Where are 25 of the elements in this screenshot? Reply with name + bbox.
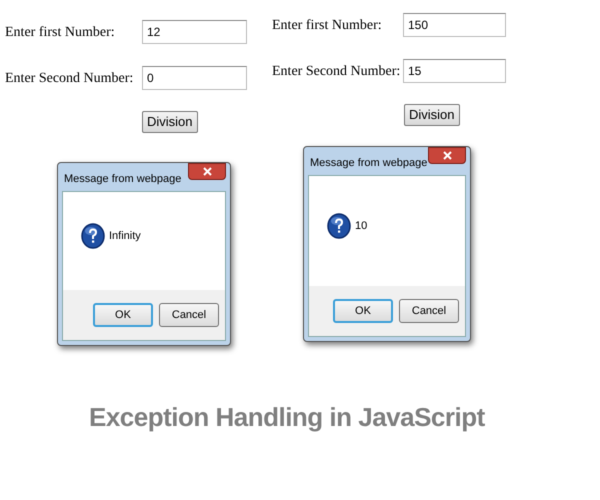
division-button[interactable]: Division [404, 104, 460, 126]
dialog-title: Message from webpage [309, 156, 428, 171]
field-label: Enter first Number: [5, 24, 116, 42]
dialog-message: Infinity [109, 228, 141, 244]
field-label: Enter Second Number: [5, 70, 134, 88]
field-label: Enter first Number: [272, 16, 383, 34]
question-icon [81, 223, 105, 249]
dialog-button[interactable]: Cancel [159, 303, 219, 327]
close-icon [442, 151, 452, 160]
question-icon [327, 213, 351, 239]
number-input[interactable]: 12 [142, 20, 247, 44]
dialog-button[interactable]: OK [93, 303, 153, 327]
dialog-message: 10 [355, 218, 368, 234]
division-button[interactable]: Division [142, 110, 198, 133]
close-icon [202, 167, 212, 176]
close-button[interactable] [188, 163, 226, 180]
number-input[interactable]: 0 [142, 66, 247, 90]
field-label: Enter Second Number: [272, 62, 402, 80]
dialog-button[interactable]: OK [333, 299, 393, 323]
close-button[interactable] [428, 147, 466, 164]
dialog-title: Message from webpage [63, 172, 182, 187]
dialog-button[interactable]: Cancel [399, 299, 459, 323]
number-input[interactable]: 150 [403, 13, 506, 37]
number-input[interactable]: 15 [403, 59, 506, 83]
caption: Exception Handling in JavaScript [89, 402, 485, 432]
